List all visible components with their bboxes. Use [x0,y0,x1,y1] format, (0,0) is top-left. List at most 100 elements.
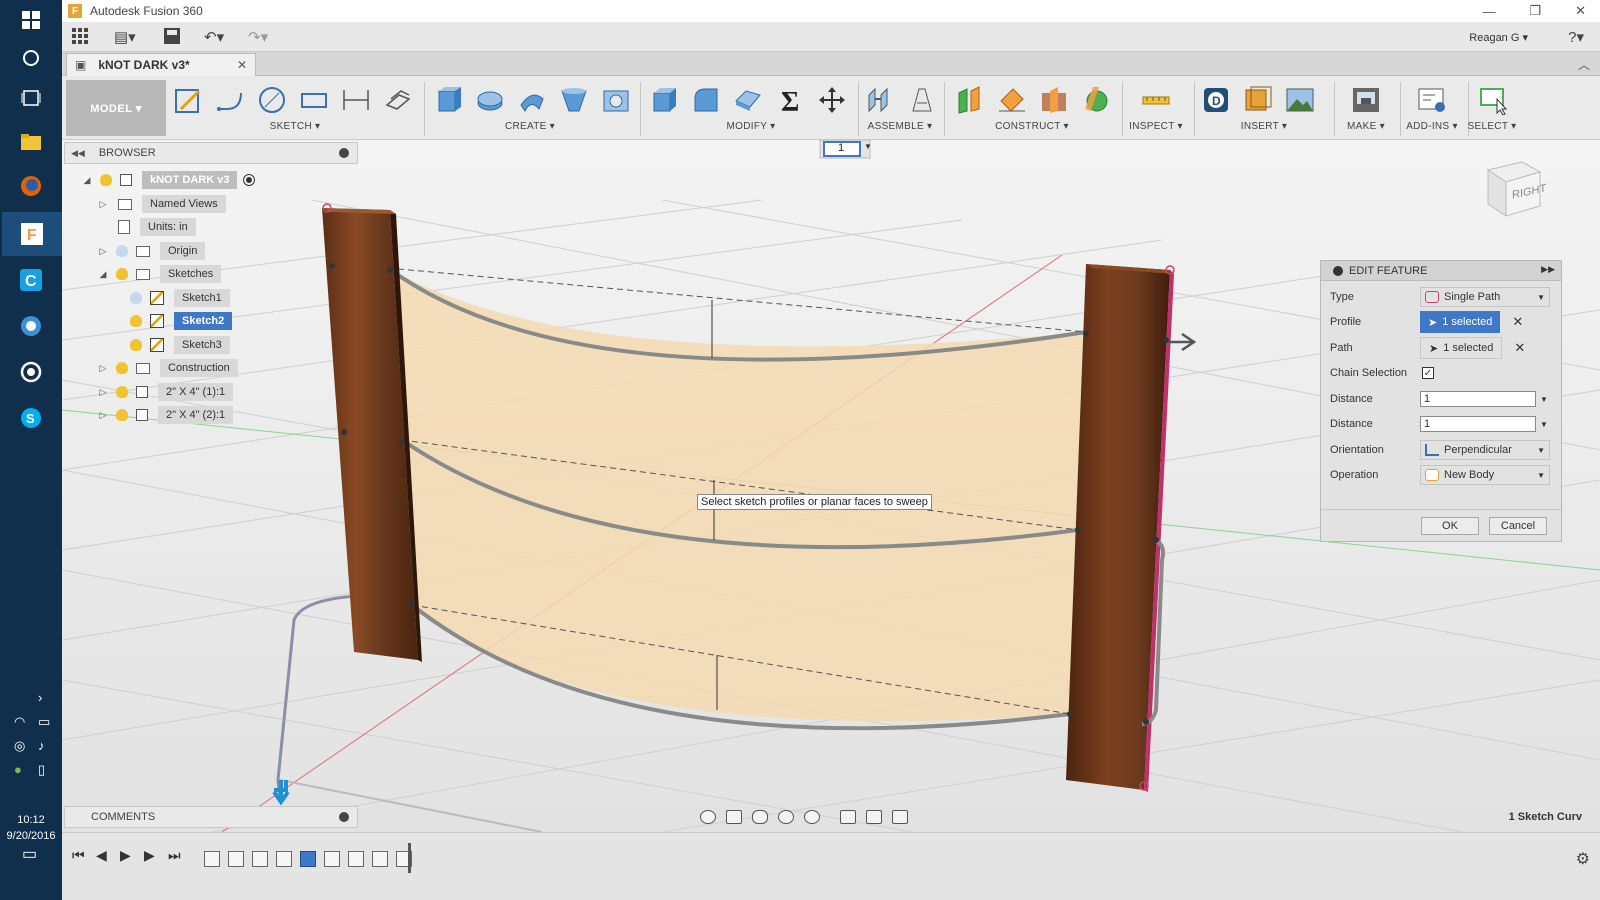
visibility-bulb-icon[interactable] [130,292,142,304]
apps-grid-icon[interactable] [72,28,88,48]
action-center-icon[interactable]: ▭ [22,844,37,864]
rectangle-icon[interactable] [296,82,332,118]
insert-group-label[interactable]: INSERT ▾ [1198,121,1330,132]
chevron-down-icon[interactable]: ▼ [1540,420,1548,429]
visibility-bulb-icon[interactable] [116,362,128,374]
task-view-icon[interactable] [13,80,49,116]
visibility-bulb-icon[interactable] [116,409,128,421]
collapse-ribbon-icon[interactable]: ︿ [1578,56,1590,73]
type-dropdown[interactable]: Single Path ▼ [1420,287,1550,307]
c-app-icon[interactable]: C [13,262,49,298]
profile-selection-button[interactable]: ➤ 1 selected [1420,311,1501,333]
line-icon[interactable] [212,82,248,118]
modify-group-label[interactable]: MODIFY ▾ [646,121,856,132]
tree-item-units[interactable]: Units: in [110,216,196,238]
go-to-end-icon[interactable]: ⏭ [168,847,181,864]
usb-icon[interactable]: ▯ [38,762,45,778]
target-app-icon[interactable] [13,354,49,390]
tree-item-origin[interactable]: ▷ Origin [96,240,206,262]
extrude-icon[interactable] [430,82,466,118]
hole-icon[interactable] [598,82,634,118]
fusion360-taskbar-icon[interactable]: F [2,212,62,256]
windows-start-icon[interactable] [13,2,49,38]
measure-icon[interactable] [1138,82,1174,118]
minimize-icon[interactable]: — [1482,4,1495,19]
step-forward-icon[interactable]: ▶ [144,847,155,864]
step-back-icon[interactable]: ◀ [96,847,107,864]
offset-plane-icon[interactable] [952,82,988,118]
insert-canvas-icon[interactable] [1282,82,1318,118]
collapse-icon[interactable]: ◢ [80,175,94,186]
volume-icon[interactable]: ♪ [38,738,45,753]
plane-at-angle-icon[interactable] [994,82,1030,118]
expand-icon[interactable]: ▷ [96,199,110,210]
user-menu[interactable]: Reagan G ▾ [1469,31,1528,44]
battery-icon[interactable]: ▭ [38,714,50,730]
cortana-icon[interactable] [13,40,49,76]
plane-tangent-icon[interactable] [1078,82,1114,118]
settings-gear-icon[interactable]: ⚙ [1576,849,1590,869]
shield-icon[interactable]: ● [14,762,22,777]
revolve-icon[interactable] [472,82,508,118]
select-group-label[interactable]: SELECT ▾ [1462,121,1522,132]
scripts-addins-icon[interactable] [1414,82,1450,118]
help-icon[interactable]: ?▾ [1568,28,1584,46]
collapse-panel-icon[interactable]: ◀◀ [71,148,85,159]
look-at-icon[interactable] [726,810,742,824]
3d-print-icon[interactable] [1348,82,1384,118]
tree-item-component-2[interactable]: ▷ 2" X 4" (2):1 [96,404,234,426]
collapse-icon[interactable]: ◢ [96,269,110,280]
undo-icon[interactable]: ↶▾ [204,28,224,46]
construct-group-label[interactable]: CONSTRUCT ▾ [952,121,1112,132]
tree-item-sketch1[interactable]: Sketch1 [124,287,230,309]
timeline-pattern-feature[interactable] [276,851,292,867]
orientation-dropdown[interactable]: Perpendicular ▼ [1420,440,1550,460]
as-built-joint-icon[interactable] [904,82,940,118]
timeline-sketch-feature[interactable] [204,851,220,867]
sync-icon[interactable]: ◎ [14,738,25,754]
chevron-right-icon[interactable]: › [38,690,42,705]
tree-root[interactable]: ◢ kNOT DARK v3 [80,169,256,191]
circle-icon[interactable] [254,82,290,118]
redo-icon[interactable]: ↷▾ [248,28,268,46]
close-icon[interactable]: ✕ [1575,3,1586,19]
tree-item-component-1[interactable]: ▷ 2" X 4" (1):1 [96,381,234,403]
browser-panel-header[interactable]: ◀◀ BROWSER [64,142,358,164]
document-tab[interactable]: ▣ kNOT DARK v3* ✕ [66,53,256,76]
create-sketch-icon[interactable] [170,82,206,118]
dialog-options-icon[interactable] [1333,265,1343,276]
file-explorer-icon[interactable] [13,124,49,160]
tree-item-sketch2[interactable]: Sketch2 [124,310,233,332]
skype-icon[interactable]: S [13,400,49,436]
chain-selection-checkbox[interactable]: ✓ [1422,367,1434,379]
tree-item-construction[interactable]: ▷ Construction [96,357,238,379]
fit-icon[interactable] [804,810,820,824]
timeline-plane-feature[interactable] [324,851,340,867]
create-group-label[interactable]: CREATE ▾ [430,121,630,132]
visibility-bulb-icon[interactable] [130,339,142,351]
tree-item-sketch3[interactable]: Sketch3 [124,334,230,356]
timeline-active-sketch-feature[interactable] [300,851,316,867]
assemble-group-label[interactable]: ASSEMBLE ▾ [862,121,938,132]
add-comment-icon[interactable] [339,812,349,822]
save-icon[interactable] [164,28,180,48]
chamfer-icon[interactable] [730,82,766,118]
visibility-bulb-icon[interactable] [116,386,128,398]
timeline-joint-feature[interactable] [252,851,268,867]
select-icon[interactable] [1476,82,1512,118]
visibility-bulb-icon[interactable] [116,268,128,280]
timeline-construct-feature[interactable] [348,851,364,867]
dimension-icon[interactable] [338,82,374,118]
inspect-group-label[interactable]: INSPECT ▾ [1128,121,1184,132]
visibility-bulb-icon[interactable] [100,174,112,186]
timeline-marker[interactable] [408,843,411,873]
play-icon[interactable]: ▶ [120,847,131,864]
visibility-bulb-icon[interactable] [116,245,128,257]
expand-icon[interactable]: ▷ [96,363,110,374]
clear-path-icon[interactable]: ✕ [1514,340,1525,356]
cancel-button[interactable]: Cancel [1489,517,1547,535]
activate-radio-icon[interactable] [243,174,256,186]
dialog-header[interactable]: EDIT FEATURE ▶▶ [1321,261,1561,281]
stop-sketch-icon[interactable] [380,82,416,118]
chevron-down-icon[interactable]: ▼ [1540,395,1548,404]
